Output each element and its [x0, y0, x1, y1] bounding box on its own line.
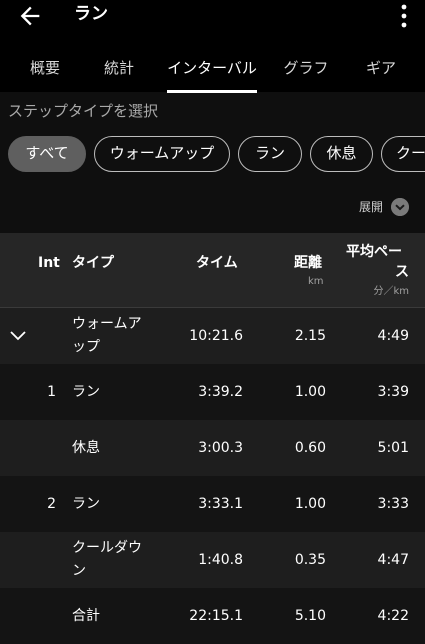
row-pace: 3:39: [377, 384, 409, 400]
row-type: 休息: [72, 440, 100, 456]
row-distance: 5.10: [294, 608, 326, 624]
row-pace: 4:47: [377, 552, 409, 568]
row-type: ラン: [72, 496, 100, 512]
chip-run[interactable]: ラン: [238, 136, 302, 172]
row-int: 1: [47, 384, 56, 400]
chip-warmup[interactable]: ウォームアップ: [94, 136, 230, 172]
row-distance: 0.35: [294, 552, 326, 568]
table-row[interactable]: ウォームア ップ 10:21.6 2.15 4:49: [0, 308, 425, 364]
row-type: ラン: [72, 384, 100, 400]
chip-rest[interactable]: 休息: [310, 136, 373, 172]
header-int: Int: [38, 255, 60, 271]
row-distance: 0.60: [294, 440, 326, 456]
intervals-table: Int タイプ タイム 距離 km 平均ペー ス 分／km ウォームア ップ 1…: [0, 233, 425, 644]
table-row: 休息 3:00.3 0.60 5:01: [0, 420, 425, 476]
row-time: 3:00.3: [198, 440, 243, 456]
row-type: 合計: [72, 608, 100, 624]
row-type: クールダウ: [72, 540, 142, 556]
row-type-cont: ン: [72, 563, 86, 579]
tab-graphs[interactable]: グラフ: [276, 58, 336, 78]
row-pace: 3:33: [377, 496, 409, 512]
expand-label: 展開: [358, 200, 383, 214]
chevron-down-icon[interactable]: [9, 326, 27, 344]
row-time: 10:21.6: [189, 328, 243, 344]
header-type: タイプ: [72, 255, 114, 271]
row-pace: 4:22: [377, 608, 409, 624]
header-distance-unit: km: [308, 276, 324, 287]
row-time: 22:15.1: [189, 608, 243, 624]
app-bar: ラン: [0, 0, 425, 40]
row-pace: 4:49: [377, 328, 409, 344]
tab-bar: 概要 統計 インターバル グラフ ギア: [0, 40, 425, 93]
row-distance: 1.00: [294, 384, 326, 400]
chip-all[interactable]: すべて: [8, 136, 86, 172]
more-vert-icon[interactable]: [399, 3, 409, 29]
step-type-chips: すべて ウォームアップ ラン 休息 クー: [0, 136, 425, 174]
row-pace: 5:01: [377, 440, 409, 456]
tab-overview[interactable]: 概要: [20, 58, 70, 78]
header-pace-line1: 平均ペー: [346, 244, 402, 260]
row-type-cont: ップ: [72, 339, 100, 355]
active-tab-indicator: [167, 90, 257, 93]
header-distance: 距離: [294, 255, 322, 271]
chevron-down-circle-icon: [391, 198, 409, 216]
table-row-total: 合計 22:15.1 5.10 4:22: [0, 588, 425, 644]
row-time: 3:33.1: [198, 496, 243, 512]
row-distance: 2.15: [294, 328, 326, 344]
table-header: Int タイプ タイム 距離 km 平均ペー ス 分／km: [0, 233, 425, 308]
header-pace-line2: ス: [395, 264, 409, 280]
header-pace-unit: 分／km: [373, 286, 409, 297]
chip-cooldown[interactable]: クー: [381, 136, 425, 172]
tab-gear[interactable]: ギア: [356, 58, 406, 78]
table-row: 2 ラン 3:33.1 1.00 3:33: [0, 476, 425, 532]
header-time: タイム: [196, 255, 238, 271]
row-type: ウォームア: [72, 316, 142, 332]
row-distance: 1.00: [294, 496, 326, 512]
tab-stats[interactable]: 統計: [94, 58, 144, 78]
row-time: 1:40.8: [198, 552, 243, 568]
row-int: 2: [47, 496, 56, 512]
expand-toggle[interactable]: 展開: [329, 197, 409, 219]
table-row: クールダウ ン 1:40.8 0.35 4:47: [0, 532, 425, 588]
page-title: ラン: [74, 4, 108, 24]
row-time: 3:39.2: [198, 384, 243, 400]
table-row: 1 ラン 3:39.2 1.00 3:39: [0, 364, 425, 420]
step-type-label: ステップタイプを選択: [8, 102, 159, 120]
arrow-left-icon[interactable]: [16, 2, 44, 30]
tab-intervals[interactable]: インターバル: [162, 58, 262, 78]
